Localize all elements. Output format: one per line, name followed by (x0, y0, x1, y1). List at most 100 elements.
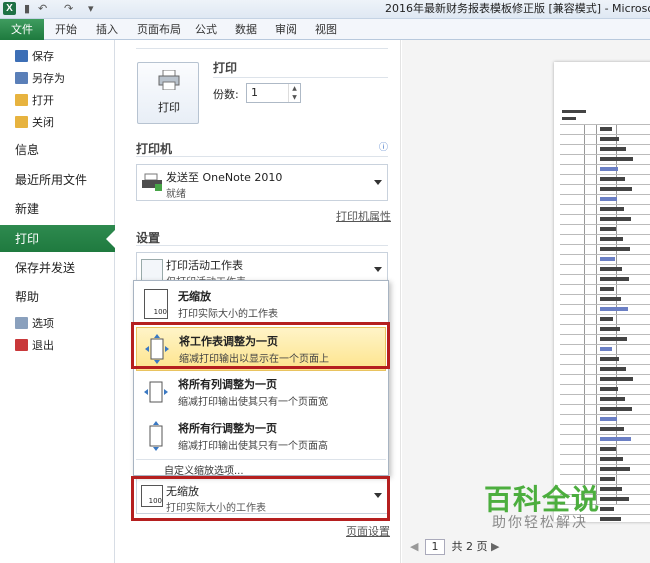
table-cell-text (600, 207, 624, 211)
nav-save[interactable]: 保存 (15, 48, 54, 66)
table-cell-text (600, 447, 616, 451)
table-grid-line (560, 444, 650, 445)
table-grid-line (560, 234, 650, 235)
table-cell-text (600, 267, 622, 271)
exit-icon (15, 339, 28, 351)
tab-review[interactable]: 审阅 (273, 19, 299, 40)
table-grid-line (560, 394, 650, 395)
table-cell-text (600, 137, 619, 141)
print-heading: 打印 (213, 61, 238, 75)
table-cell-text (600, 467, 630, 471)
nav-print-label: 打印 (15, 232, 40, 246)
table-grid-line (560, 214, 650, 215)
printer-select[interactable]: 发送至 OneNote 2010 就绪 (136, 164, 388, 201)
tab-page-layout[interactable]: 页面布局 (134, 19, 184, 40)
scaling-option-none[interactable]: 100 无缩放 打印实际大小的工作表 (136, 283, 386, 327)
copies-spinner[interactable]: ▲ ▼ (288, 84, 300, 102)
backstage-nav: 保存 另存为 打开 关闭 信息 最近所用文件 新建 打印 保存并发送 帮助 选项… (0, 40, 116, 563)
printer-properties-link[interactable]: 打印机属性 (336, 208, 391, 224)
table-grid-line (560, 134, 650, 135)
table-cell-text (600, 177, 625, 181)
tab-insert[interactable]: 插入 (93, 19, 121, 40)
table-cell-text (600, 317, 613, 321)
redo-icon[interactable]: ↷ (64, 2, 73, 16)
nav-save-as-label: 另存为 (32, 72, 65, 85)
chevron-down-icon (374, 179, 382, 185)
table-cell-text (600, 507, 614, 511)
info-icon[interactable]: ⓘ (379, 140, 388, 153)
table-cell-text (600, 457, 623, 461)
printer-icon (158, 70, 180, 90)
open-folder-icon (15, 94, 28, 106)
table-cell-text (600, 327, 620, 331)
scaling-menu: 100 无缩放 打印实际大小的工作表 将工作表调整为一页 缩减打印输出以显示在一… (133, 280, 389, 477)
excel-icon[interactable]: X (3, 2, 16, 15)
save-icon[interactable]: ▮ (24, 2, 30, 16)
table-cell-text (600, 367, 626, 371)
divider (136, 156, 388, 157)
option-title: 将所有列调整为一页 (178, 378, 277, 391)
nav-print[interactable]: 打印 (0, 225, 116, 252)
table-cell-text (600, 157, 633, 161)
table-cell-text (600, 277, 629, 281)
table-cell-text (600, 127, 612, 131)
divider (136, 48, 388, 49)
divider (136, 459, 386, 460)
table-grid-line (560, 284, 650, 285)
nav-recent[interactable]: 最近所用文件 (15, 170, 87, 190)
nav-close[interactable]: 关闭 (15, 114, 54, 132)
option-title: 将所有行调整为一页 (178, 422, 277, 435)
print-button[interactable]: 打印 (137, 62, 199, 124)
tab-formulas[interactable]: 公式 (193, 19, 219, 40)
table-grid-line (560, 454, 650, 455)
save-as-icon (15, 72, 28, 84)
printer-name: 发送至 OneNote 2010 (166, 171, 283, 184)
table-grid-line (560, 434, 650, 435)
scaling-option-fit-columns[interactable]: 将所有列调整为一页 缩减打印输出使其只有一个页面宽 (136, 371, 386, 415)
table-cell-text (600, 347, 612, 351)
table-grid-line (560, 334, 650, 335)
no-scaling-icon: 100 (144, 289, 168, 319)
customize-toolbar-icon[interactable]: ▾ (88, 2, 94, 16)
custom-scaling-option[interactable]: 自定义缩放选项... (164, 462, 244, 477)
table-grid-line (560, 344, 650, 345)
table-cell-text (600, 517, 621, 521)
printer-icon (142, 173, 162, 191)
table-grid-line (560, 274, 650, 275)
page-header-text (562, 117, 576, 120)
undo-icon[interactable]: ↶ (38, 2, 47, 16)
nav-help[interactable]: 帮助 (15, 287, 39, 307)
table-grid-line (560, 414, 650, 415)
nav-new[interactable]: 新建 (15, 199, 39, 219)
table-grid-line (560, 374, 650, 375)
tab-home[interactable]: 开始 (52, 19, 80, 40)
nav-save-as[interactable]: 另存为 (15, 70, 65, 88)
page-number-input[interactable]: 1 (424, 539, 445, 555)
nav-exit[interactable]: 退出 (15, 337, 54, 355)
table-cell-text (600, 487, 622, 491)
table-grid-line (560, 174, 650, 175)
tab-data[interactable]: 数据 (233, 19, 259, 40)
table-grid-line (560, 154, 650, 155)
table-grid-line (560, 464, 650, 465)
nav-info[interactable]: 信息 (15, 140, 39, 160)
prev-page-icon[interactable]: ◀ (410, 540, 418, 553)
page-setup-link[interactable]: 页面设置 (346, 523, 390, 539)
next-page-icon[interactable]: ▶ (491, 540, 499, 553)
table-cell-text (600, 307, 628, 311)
table-grid-line (560, 364, 650, 365)
copies-input[interactable]: 1 ▲ ▼ (246, 83, 301, 103)
nav-exit-label: 退出 (32, 339, 54, 352)
chevron-down-icon (374, 267, 382, 272)
tab-file[interactable]: 文件 (0, 19, 44, 40)
tab-view[interactable]: 视图 (313, 19, 339, 40)
nav-save-send[interactable]: 保存并发送 (15, 258, 75, 278)
sheet-icon (141, 259, 163, 281)
scaling-option-fit-rows[interactable]: 将所有行调整为一页 缩减打印输出使其只有一个页面高 (136, 415, 386, 459)
table-cell-text (600, 377, 633, 381)
table-cell-text (600, 397, 625, 401)
nav-open[interactable]: 打开 (15, 92, 54, 110)
nav-options-label: 选项 (32, 317, 54, 330)
divider (136, 245, 388, 246)
nav-options[interactable]: 选项 (15, 315, 54, 333)
